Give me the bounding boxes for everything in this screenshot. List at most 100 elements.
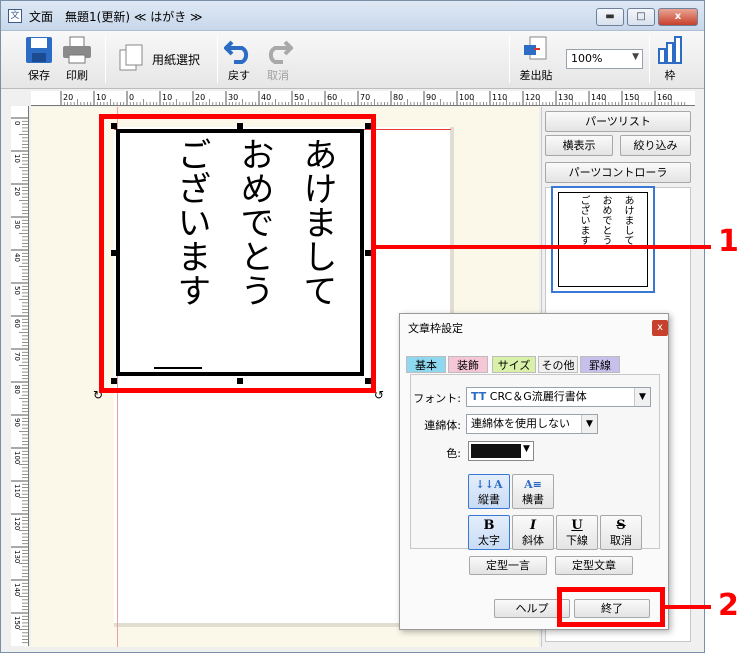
annotation-line-2 (665, 605, 711, 609)
strikethrough-button[interactable]: S 取消 (600, 515, 642, 550)
zoom-select[interactable]: 100% ▼ (566, 49, 643, 69)
vertical-writing-button[interactable]: ↓↓A 縦書 (468, 474, 510, 509)
paper-select-button[interactable]: 用紙選択 (117, 43, 213, 73)
chevron-down-icon: ▼ (581, 415, 597, 433)
underline-icon: U (571, 518, 583, 533)
toolbar-separator (509, 35, 510, 83)
parts-controller-button[interactable]: パーツコントローラ (545, 162, 691, 183)
thumbnail-column-2: おめでとう (600, 195, 611, 245)
ruler-label: 70 (13, 352, 21, 361)
strikethrough-icon: S (616, 518, 626, 533)
font-select[interactable]: TT CRC＆G流麗行書体 ▼ (466, 387, 651, 407)
tab-decoration[interactable]: 装飾 (448, 356, 488, 373)
paper-select-label: 用紙選択 (152, 53, 201, 67)
chevron-down-icon: ▼ (634, 388, 650, 406)
insert-sender-button[interactable]: 差出貼 (515, 33, 557, 85)
bold-button[interactable]: B 太字 (468, 515, 510, 550)
parts-list-header[interactable]: パーツリスト (545, 111, 691, 132)
print-button[interactable]: 印刷 (59, 33, 95, 85)
color-picker[interactable]: ▼ (468, 441, 534, 461)
ruler-label: 0 (129, 93, 134, 102)
bold-icon: B (483, 518, 495, 533)
thumbnail-frame: あけまして おめでとう ございます (558, 192, 648, 287)
bold-label: 太字 (478, 534, 500, 547)
save-label: 保存 (28, 69, 50, 82)
ruler-label: 20 (13, 187, 21, 196)
filter-button[interactable]: 絞り込み (620, 135, 691, 156)
horizontal-view-button[interactable]: 横表示 (545, 135, 613, 156)
ligature-select[interactable]: 連綿体を使用しない ▼ (466, 414, 598, 434)
toolbar: 保存 印刷 用紙選択 戻す 取消 差出貼 100% ▼ 枠 (1, 31, 704, 89)
frame-bars-icon (658, 36, 682, 64)
horizontal-writing-button[interactable]: A≡ 横書 (512, 474, 554, 509)
toolbar-separator (105, 35, 106, 83)
annotation-number-2: 2 (718, 588, 739, 623)
ruler-label: 140 (13, 583, 21, 596)
ruler-label: 50 (13, 286, 21, 295)
strikethrough-label: 取消 (610, 534, 632, 547)
paper-icon (119, 44, 143, 71)
ruler-label: 30 (228, 93, 238, 102)
toolbar-separator (217, 35, 218, 83)
truetype-font-icon: TT (471, 390, 487, 403)
ligature-label: 連綿体: (424, 419, 461, 432)
redo-label: 取消 (267, 69, 289, 82)
undo-arrow-icon (223, 40, 249, 64)
italic-button[interactable]: I 斜体 (512, 515, 554, 550)
ruler-label: 90 (426, 93, 436, 102)
insert-sender-label: 差出貼 (519, 69, 553, 82)
italic-icon: I (529, 518, 537, 533)
dialog-close-button[interactable]: x (652, 320, 668, 336)
font-value: CRC＆G流麗行書体 (489, 390, 587, 403)
app-icon: 文 (8, 9, 22, 23)
ruler-label: 10 (13, 154, 21, 163)
color-swatch (471, 444, 521, 458)
print-label: 印刷 (66, 69, 88, 82)
underline-button[interactable]: U 下線 (556, 515, 598, 550)
thumbnail-column-3: ございます (578, 195, 589, 245)
parts-thumbnail[interactable]: あけまして おめでとう ございます (551, 186, 655, 293)
undo-label: 戻す (228, 69, 250, 82)
annotation-line-1 (375, 245, 711, 249)
ruler-label: 120 (525, 93, 540, 102)
annotation-highlight-1 (99, 114, 376, 393)
frame-button[interactable]: 枠 (655, 33, 685, 85)
ruler-label: 0 (13, 121, 21, 125)
ruler-label: 120 (13, 517, 21, 530)
minimize-button[interactable]: ▬ (596, 8, 624, 26)
fixed-text-button[interactable]: 定型文章 (555, 556, 633, 575)
ruler-label: 80 (13, 385, 21, 394)
redo-button[interactable]: 取消 (261, 33, 295, 85)
zoom-value: 100% (571, 52, 603, 65)
undo-button[interactable]: 戻す (223, 33, 255, 85)
sender-card-icon (524, 36, 547, 60)
ruler-label: 160 (657, 93, 672, 102)
dialog-tab-panel: フォント: TT CRC＆G流麗行書体 ▼ 連綿体: 連綿体を使用しない ▼ 色… (410, 374, 660, 550)
horizontal-text-icon: A≡ (524, 478, 542, 491)
vertical-text-icon: ↓↓A (475, 478, 503, 491)
tab-basic[interactable]: 基本 (406, 356, 446, 373)
save-button[interactable]: 保存 (21, 33, 57, 85)
ruler-label: 20 (195, 93, 205, 102)
ruler-top: 20 10 0 10 20 30 40 50 60 70 80 90 100 110 120 130 140 15… (31, 91, 695, 106)
save-icon (26, 37, 52, 63)
close-button[interactable]: x (658, 8, 698, 26)
tab-border[interactable]: 罫線 (580, 356, 620, 373)
ruler-label: 10 (96, 93, 106, 102)
ruler-label: 90 (13, 418, 21, 427)
maximize-button[interactable]: □ (627, 8, 655, 26)
toolbar-separator (649, 35, 650, 83)
dialog-title: 文章枠設定 (408, 322, 463, 335)
ruler-label: 70 (360, 93, 370, 102)
tab-other[interactable]: その他 (538, 356, 578, 373)
fixed-phrase-button[interactable]: 定型一言 (469, 556, 547, 575)
printer-icon (63, 36, 91, 64)
frame-label: 枠 (664, 69, 676, 82)
ruler-label: 30 (13, 220, 21, 229)
ruler-left: 0 10 20 30 40 50 60 70 80 90 100 110 120 130 140 150 (11, 106, 29, 646)
chevron-down-icon: ▼ (632, 52, 639, 62)
vertical-writing-label: 縦書 (478, 493, 500, 506)
tab-size[interactable]: サイズ (492, 356, 536, 373)
title-bar: 文 文面 無題1(更新) ≪ はがき ≫ ▬ □ x (1, 1, 704, 31)
text-frame-settings-dialog: 文章枠設定 x 基本 装飾 サイズ その他 罫線 フォント: TT CRC＆G流… (399, 313, 669, 630)
